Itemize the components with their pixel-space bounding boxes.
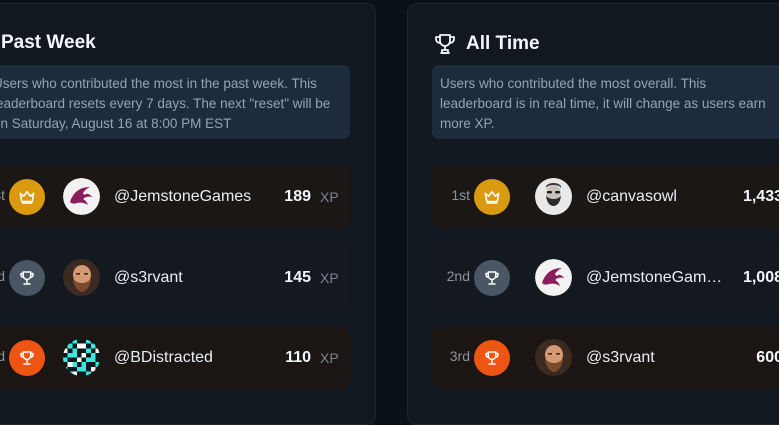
bearded-man-avatar-icon	[63, 259, 100, 296]
username-link[interactable]: @s3rvant	[114, 269, 183, 287]
username-link[interactable]: @JemstoneGames	[114, 188, 251, 206]
leaderboard-row[interactable]: 2nd @s3rvant 145 XP	[0, 246, 350, 309]
gold-medal-badge	[474, 179, 510, 215]
xp-score: 600	[756, 349, 779, 366]
bronze-medal-badge	[474, 340, 510, 376]
bearded-man-avatar-icon	[535, 339, 572, 376]
rank-label: 2nd	[446, 268, 470, 284]
weekly-leaderboard-panel: Past Week Users who contributed the most…	[0, 3, 376, 425]
silver-medal-badge	[474, 260, 510, 296]
avatar[interactable]	[63, 339, 100, 376]
avatar[interactable]	[535, 339, 572, 376]
weekly-title-label: Past Week	[1, 32, 96, 53]
leaderboard-row[interactable]: 3rd @BDistracted 110 XP	[0, 326, 350, 389]
xp-score: 1,008	[742, 269, 779, 286]
rank-label: 3rd	[0, 348, 5, 364]
avatar[interactable]	[63, 178, 100, 215]
pixel-pattern-avatar-icon	[63, 339, 100, 376]
trophy-icon	[20, 271, 34, 285]
trophy-icon	[435, 34, 455, 54]
all-time-leaderboard-panel: All Time Users who contributed the most …	[407, 3, 779, 425]
crown-icon	[19, 191, 35, 204]
rank-label: 1st	[451, 187, 470, 203]
all-time-title: All Time	[433, 32, 540, 56]
bearded-person-avatar-icon	[535, 178, 572, 215]
dragon-logo-icon	[63, 178, 100, 215]
xp-score: 1,433	[742, 188, 779, 205]
xp-score: 145	[284, 269, 311, 286]
trophy-icon	[20, 351, 34, 365]
avatar[interactable]	[535, 178, 572, 215]
xp-score: 189	[284, 188, 311, 205]
rank-label: 1st	[0, 187, 5, 203]
rank-label: 3rd	[449, 348, 470, 364]
xp-unit: XP	[320, 270, 339, 286]
xp-unit: XP	[320, 189, 339, 205]
weekly-title: Past Week	[1, 32, 96, 54]
silver-medal-badge	[9, 260, 45, 296]
bronze-medal-badge	[9, 340, 45, 376]
rank-label: 2nd	[0, 268, 5, 284]
all-time-title-label: All Time	[466, 33, 540, 54]
username-link[interactable]: @BDistracted	[114, 349, 213, 367]
weekly-description: Users who contributed the most in the pa…	[0, 65, 350, 139]
leaderboard-row[interactable]: 3rd @s3rvant 600	[432, 326, 779, 389]
xp-unit: XP	[320, 350, 339, 366]
username-link[interactable]: @canvasowl	[586, 188, 677, 206]
xp-score: 110	[285, 349, 311, 366]
crown-icon	[484, 191, 500, 204]
username-link[interactable]: @s3rvant	[586, 349, 655, 367]
avatar[interactable]	[535, 259, 572, 296]
leaderboard-row[interactable]: 1st @canvasowl 1,433	[432, 165, 779, 228]
trophy-icon	[485, 271, 499, 285]
leaderboard-row[interactable]: 2nd @JemstoneGam… 1,008	[432, 246, 779, 309]
leaderboard-row[interactable]: 1st @JemstoneGames 189 XP	[0, 165, 350, 228]
gold-medal-badge	[9, 179, 45, 215]
dragon-logo-icon	[535, 259, 572, 296]
avatar[interactable]	[63, 259, 100, 296]
trophy-icon	[485, 351, 499, 365]
all-time-description: Users who contributed the most overall. …	[432, 65, 779, 139]
username-link[interactable]: @JemstoneGam…	[586, 269, 722, 287]
